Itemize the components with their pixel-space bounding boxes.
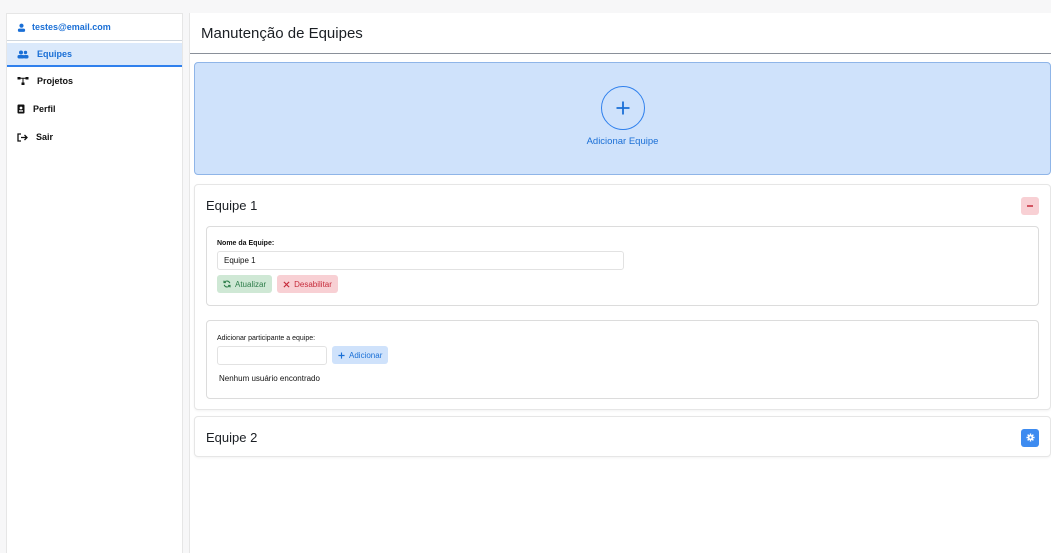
update-button[interactable]: Atualizar bbox=[217, 275, 273, 293]
refresh-icon bbox=[223, 280, 231, 288]
user-icon bbox=[17, 23, 26, 32]
plus-icon bbox=[338, 351, 345, 359]
minus-icon bbox=[1027, 204, 1033, 207]
gear-icon bbox=[1025, 433, 1035, 442]
participant-label: Adicionar participante a equipe: bbox=[217, 335, 316, 342]
sidebar-item-label: Perfil bbox=[33, 104, 56, 114]
close-icon bbox=[283, 280, 290, 288]
sign-out-icon bbox=[17, 132, 28, 142]
sidebar-item-projetos[interactable]: Projetos bbox=[7, 67, 182, 95]
team-header: Equipe 1 bbox=[195, 185, 1050, 226]
sidebar-item-label: Sair bbox=[36, 132, 54, 142]
page-title: Manutenção de Equipes bbox=[190, 13, 1051, 54]
participant-form: Adicionar participante a equipe: Adicion… bbox=[206, 320, 1039, 399]
user-email: testes@email.com bbox=[32, 22, 111, 32]
sidebar-item-label: Projetos bbox=[37, 76, 74, 86]
main-content: Manutenção de Equipes Adicionar Equipe E… bbox=[189, 13, 1051, 553]
team-header: Equipe 2 bbox=[195, 417, 1050, 458]
add-participant-label: Adicionar bbox=[349, 350, 383, 360]
sidebar-item-equipes[interactable]: Equipes bbox=[7, 43, 182, 67]
add-team-button[interactable]: Adicionar Equipe bbox=[194, 62, 1051, 175]
participant-input[interactable] bbox=[217, 346, 327, 365]
disable-label: Desabilitar bbox=[294, 279, 332, 289]
project-diagram-icon bbox=[17, 77, 29, 85]
add-participant-button[interactable]: Adicionar bbox=[332, 346, 389, 364]
team-name: Equipe 1 bbox=[206, 198, 258, 213]
update-label: Atualizar bbox=[235, 279, 267, 289]
team-edit-form: Nome da Equipe: Atualizar Desabilitar bbox=[206, 226, 1039, 306]
users-icon bbox=[17, 50, 29, 58]
team-card-2: Equipe 2 bbox=[194, 416, 1051, 457]
team-card-1: Equipe 1 Nome da Equipe: Atualizar Desab… bbox=[194, 184, 1051, 410]
collapse-team-button[interactable] bbox=[1021, 196, 1039, 215]
sidebar-item-sair[interactable]: Sair bbox=[7, 123, 182, 151]
empty-message: Nenhum usuário encontrado bbox=[219, 374, 320, 383]
disable-button[interactable]: Desabilitar bbox=[277, 275, 338, 293]
sidebar-item-label: Equipes bbox=[37, 49, 73, 59]
team-name-label: Nome da Equipe: bbox=[217, 240, 275, 247]
add-team-label: Adicionar Equipe bbox=[586, 136, 659, 147]
team-settings-button[interactable] bbox=[1021, 428, 1039, 447]
team-name-input[interactable] bbox=[217, 251, 624, 270]
plus-circle-icon bbox=[600, 86, 645, 130]
sidebar: testes@email.com Equipes Projetos Perfil… bbox=[6, 13, 183, 553]
sidebar-item-perfil[interactable]: Perfil bbox=[7, 95, 182, 123]
user-info: testes@email.com bbox=[7, 14, 182, 41]
id-badge-icon bbox=[17, 104, 25, 114]
team-name: Equipe 2 bbox=[206, 430, 258, 445]
